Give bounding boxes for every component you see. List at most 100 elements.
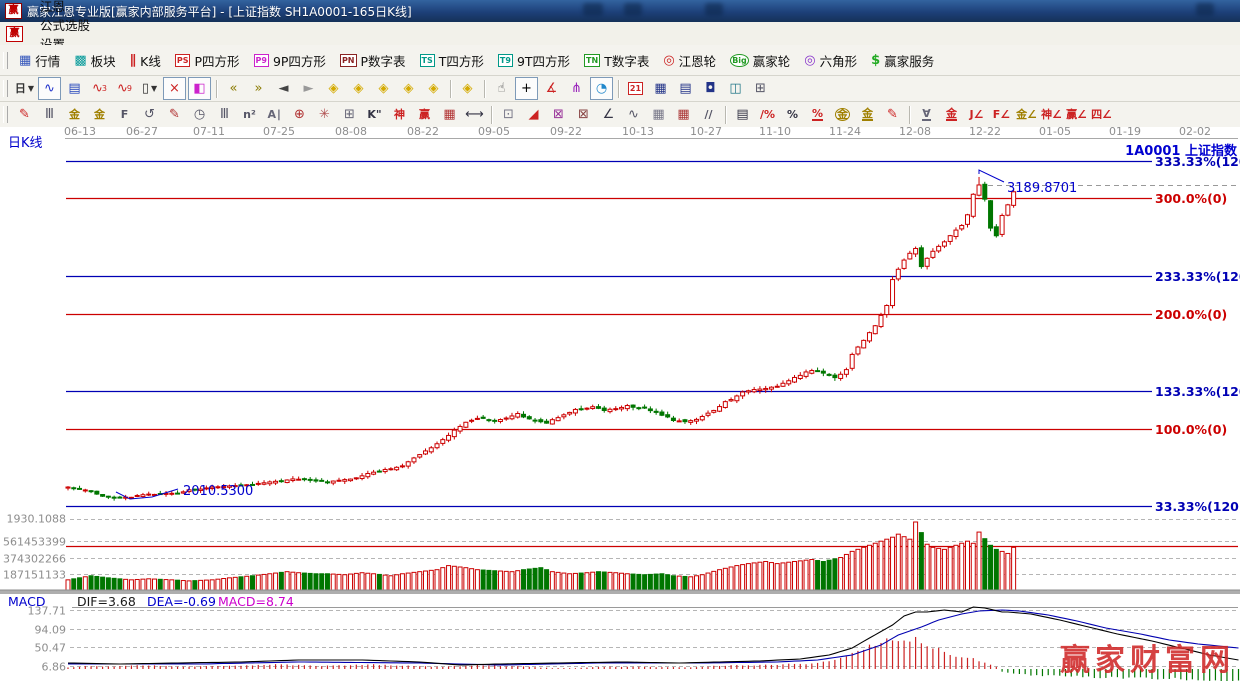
toolbar-p-square-button[interactable]: PSP四方形 [168,48,247,73]
svg-text:100.0%(0): 100.0%(0) [1155,422,1227,437]
tool-pattern-window-tool[interactable]: ∿ [38,77,61,100]
tool-save-tool[interactable]: ◘ [699,77,722,100]
tool-percent-tool[interactable]: % [781,103,804,126]
tool-vertical-lines-tool[interactable]: Ⅲ [38,103,61,126]
tool-circle-cross-tool[interactable]: ⊕ [288,103,311,126]
app-window: 赢 赢家江恩专业版[赢家内部服务平台] - [上证指数 SH1A0001-165… [0,0,1240,681]
tool-first-bar[interactable]: « [222,77,245,100]
tool-gann-grid2-tool[interactable]: ▦ [672,103,695,126]
toolbar-quotes-button[interactable]: ▦行情 [12,48,67,73]
toolbar-gann-wheel-button[interactable]: ◎江恩轮 [656,48,723,73]
tool-gold-circle-tool[interactable]: 金 [831,103,854,126]
tool-f-lines-tool[interactable]: F [113,103,136,126]
tool-memo-tool[interactable]: ▤ [674,77,697,100]
toolbar-9t-square-button[interactable]: T99T四方形 [491,48,577,73]
tool-j-angle-tool[interactable]: J∠ [965,103,988,126]
shen-angle-tool-icon: 神∠ [1041,109,1062,120]
tool-price-ruler-tool[interactable]: ▦ [438,103,461,126]
toolbar-winner-wheel-button[interactable]: Big赢家轮 [723,48,797,73]
tool-angle-measure-tool[interactable]: ∡ [540,77,563,100]
toolbar-hexagon-button[interactable]: ◎六角形 [797,48,864,73]
tool-marker-pen-tool[interactable]: ✎ [163,103,186,126]
tool-gann-grid-tool[interactable]: ▦ [647,103,670,126]
info-document-icon: ▤ [68,82,80,95]
tool-gold-ratio-tool-2[interactable]: 金 [88,103,111,126]
tool-calculator-tool[interactable]: ▦ [649,77,672,100]
p-square-label: P四方形 [194,51,239,70]
toolbar-p-number-table-button[interactable]: PNP数字表 [333,48,413,73]
tool-width-measure-tool[interactable]: ⟷ [463,103,486,126]
tool-hand-tool[interactable]: ☝ [490,77,513,100]
tool-ying-angle-tool[interactable]: 赢∠ [1065,103,1088,126]
tool-info-document[interactable]: ▤ [63,77,86,100]
tool-shen-tool[interactable]: 神 [388,103,411,126]
main-toolbar: ▦行情▩板块∥K线PSP四方形P99P四方形PNP数字表TST四方形T99T四方… [0,45,1240,76]
tool-move-diamond[interactable]: ◈ [456,77,479,100]
tool-fan-box-tool[interactable]: ⊠ [547,103,570,126]
tool-knife-tool[interactable]: ✎ [13,103,36,126]
tool-percent-slash-tool[interactable]: ∕% [756,103,779,126]
tool-f-angle-tool[interactable]: F∠ [990,103,1013,126]
first-bar-icon: « [230,82,238,95]
tool-center-diamond[interactable]: ◈ [422,77,445,100]
tool-stats-table-tool[interactable]: ▤ [731,103,754,126]
tool-wave-9-tool[interactable]: ∿9 [113,77,136,100]
tool-box-fan-tool[interactable]: ⊠ [572,103,595,126]
toolbar-winner-service-button[interactable]: $赢家服务 [864,48,941,73]
tool-spiral-tool[interactable]: ↺ [138,103,161,126]
tool-zigzag-tool[interactable]: ∿ [622,103,645,126]
tool-candle-style-dropdown[interactable]: ▯▼ [138,77,161,100]
tool-export-web-tool[interactable]: ◫ [724,77,747,100]
tool-shift-right-diamond[interactable]: ◈ [347,77,370,100]
tool-four-angle-tool[interactable]: 四∠ [1090,103,1113,126]
tool-gold-angle-tool[interactable]: 金∠ [1015,103,1038,126]
toolbar-t-square-button[interactable]: TST四方形 [413,48,491,73]
svg-text:06-13: 06-13 [64,127,96,138]
tool-time-cycle-tool[interactable]: ◷ [188,103,211,126]
tool-grid-lines-tool[interactable]: Ⅲ [213,103,236,126]
tool-spider-web-tool[interactable]: ✳ [313,103,336,126]
tool-web-grid-tool[interactable]: ⊞ [338,103,361,126]
toolbar-sectors-button[interactable]: ▩板块 [67,48,122,73]
toolbar-t-number-table-button[interactable]: TNT数字表 [577,48,656,73]
tool-period-dropdown[interactable]: 日▼ [13,77,36,100]
tool-a-line-tool[interactable]: A∣ [263,103,286,126]
tool-last-bar[interactable]: » [247,77,270,100]
tool-fan-draw-tool[interactable]: ⋔ [565,77,588,100]
svg-text:07-11: 07-11 [193,127,225,138]
menu-item-3[interactable]: 江恩 [29,0,101,15]
tool-k-mark-tool[interactable]: K" [363,103,386,126]
period-dropdown-dropdown-arrow[interactable]: ▼ [28,85,34,93]
menu-item-4[interactable]: 公式选股 [29,15,101,34]
fan-draw-tool-icon: ⋔ [571,82,582,95]
toolbar-9p-square-button[interactable]: P99P四方形 [247,48,333,73]
tool-gold-line-tool[interactable]: 金 [856,103,879,126]
tool-percent-line-tool[interactable]: % [806,103,829,126]
tool-ying-tool[interactable]: 赢 [413,103,436,126]
tool-gold-underline-tool[interactable]: 金 [940,103,963,126]
tool-fan-lines-tool[interactable]: ◢ [522,103,545,126]
tool-color-histogram-tool[interactable]: ◧ [188,77,211,100]
tool-calendar-tool[interactable]: 21 [624,77,647,100]
tool-prev-bar[interactable]: ◄ [272,77,295,100]
tool-mind-map-tool[interactable]: ◔ [590,77,613,100]
tool-box-tool[interactable]: ⊡ [497,103,520,126]
tool-next-bar[interactable]: ► [297,77,320,100]
toolbar-kline-button[interactable]: ∥K线 [123,48,168,73]
tool-print-tool[interactable]: ⊞ [749,77,772,100]
tool-zoom-in-diamond[interactable]: ◈ [397,77,420,100]
tool-shift-left-diamond[interactable]: ◈ [322,77,345,100]
tool-gold-ratio-tool-1[interactable]: 金 [63,103,86,126]
tool-n-squared-tool[interactable]: n² [238,103,261,126]
tool-flag-pen-tool[interactable]: ✎ [881,103,904,126]
tool-wave-underline-tool[interactable]: ∀ [915,103,938,126]
tool-angle-lines-tool[interactable]: ∠ [597,103,620,126]
tool-gann-draw-tool[interactable]: × [163,77,186,100]
svg-text:374302266: 374302266 [3,553,66,566]
tool-wave-3-tool[interactable]: ∿3 [88,77,111,100]
tool-shen-angle-tool[interactable]: 神∠ [1040,103,1063,126]
tool-parallel-lines-tool[interactable]: ∕∕ [697,103,720,126]
tool-zoom-out-diamond[interactable]: ◈ [372,77,395,100]
tool-crosshair-tool[interactable]: + [515,77,538,100]
candle-style-dropdown-dropdown-arrow[interactable]: ▼ [151,85,157,93]
